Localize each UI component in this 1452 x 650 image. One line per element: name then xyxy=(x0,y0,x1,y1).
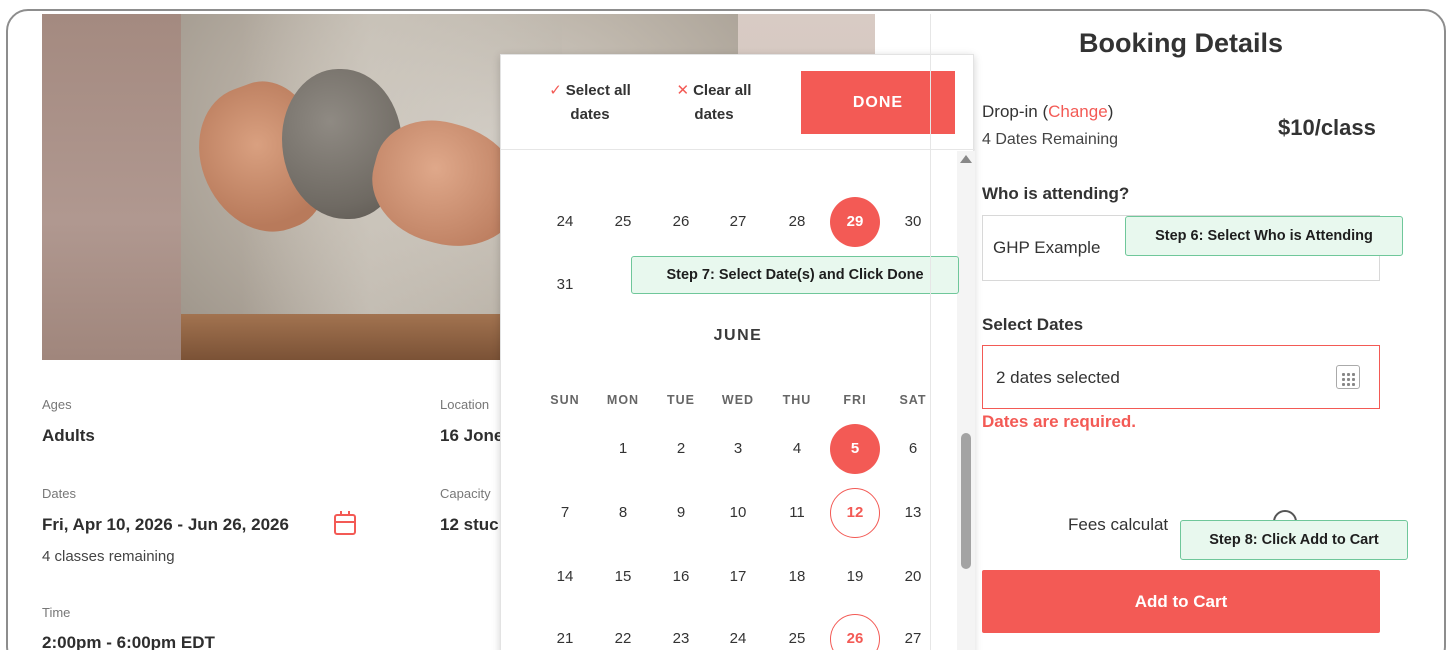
calendar-day[interactable]: 12 xyxy=(830,488,880,538)
check-icon: ✓ xyxy=(549,82,562,99)
calendar-day[interactable]: 14 xyxy=(540,552,590,602)
step7-callout: Step 7: Select Date(s) and Click Done xyxy=(631,256,959,294)
weekday-label: WED xyxy=(721,393,755,407)
done-button[interactable]: DONE xyxy=(801,71,955,134)
calendar-icon[interactable] xyxy=(334,511,356,535)
capacity-label: Capacity xyxy=(440,486,491,501)
change-plan-link[interactable]: Change xyxy=(1048,102,1108,121)
weekday-label: MON xyxy=(606,393,640,407)
calendar-day[interactable]: 17 xyxy=(713,552,763,602)
scroll-up-arrow-icon[interactable] xyxy=(960,155,972,163)
calendar-day[interactable]: 15 xyxy=(598,552,648,602)
month-title-june: JUNE xyxy=(713,327,763,344)
select-all-dates-button[interactable]: ✓ Select all dates xyxy=(535,79,645,127)
weekday-label: TUE xyxy=(667,393,695,407)
weekday-label: THU xyxy=(782,393,812,407)
dates-label: Dates xyxy=(42,486,76,501)
calendar-day[interactable]: 7 xyxy=(540,488,590,538)
fees-text: Fees calculat xyxy=(1068,515,1169,534)
location-value: 16 Jone xyxy=(440,426,504,445)
calendar-day[interactable]: 8 xyxy=(598,488,648,538)
calendar-day[interactable]: 28 xyxy=(772,197,822,247)
date-picker-dropdown: ✓ Select all dates ✕ Clear all dates DONE … xyxy=(500,54,975,650)
weekday-label: SUN xyxy=(550,393,580,407)
price: $10/class xyxy=(1278,115,1376,140)
calendar-day[interactable]: 27 xyxy=(713,197,763,247)
calendar-grid-icon[interactable] xyxy=(1336,365,1360,389)
calendar-day[interactable]: 11 xyxy=(772,488,822,538)
weekday-label: FRI xyxy=(843,393,867,407)
add-to-cart-button[interactable]: Add to Cart xyxy=(982,570,1380,633)
calendar-day[interactable]: 4 xyxy=(772,424,822,474)
plan-label: Drop-in (Change) xyxy=(982,102,1114,121)
dates-remaining: 4 Dates Remaining xyxy=(982,131,1119,148)
calendar-day[interactable]: 29 xyxy=(830,197,880,247)
clear-all-dates-button[interactable]: ✕ Clear all dates xyxy=(659,79,769,127)
booking-details-title: Booking Details xyxy=(1078,28,1284,58)
calendar-day[interactable]: 25 xyxy=(598,197,648,247)
dates-field[interactable]: 2 dates selected xyxy=(982,345,1380,409)
time-label: Time xyxy=(42,605,71,620)
step6-callout: Step 6: Select Who is Attending xyxy=(1125,216,1403,256)
close-icon: ✕ xyxy=(676,82,690,99)
select-dates-label: Select Dates xyxy=(982,315,1084,334)
calendar-day[interactable]: 22 xyxy=(598,614,648,650)
ages-value: Adults xyxy=(42,426,95,445)
dates-error-message: Dates are required. xyxy=(982,412,1137,431)
scroll-thumb[interactable] xyxy=(961,433,971,569)
ages-label: Ages xyxy=(42,397,72,412)
capacity-value: 12 stuc xyxy=(440,515,499,534)
dates-field-value: 2 dates selected xyxy=(996,368,1120,387)
calendar-day[interactable]: 23 xyxy=(656,614,706,650)
calendar-day[interactable]: 5 xyxy=(830,424,880,474)
calendar-scrollbar[interactable] xyxy=(957,151,975,650)
step8-callout: Step 8: Click Add to Cart xyxy=(1180,520,1408,560)
calendar-day[interactable]: 9 xyxy=(656,488,706,538)
calendar-day[interactable]: 1 xyxy=(598,424,648,474)
calendar-day[interactable]: 16 xyxy=(656,552,706,602)
dates-value: Fri, Apr 10, 2026 - Jun 26, 2026 xyxy=(42,515,289,534)
calendar-day[interactable]: 26 xyxy=(656,197,706,247)
browser-frame: Ages Adults Location 16 Jone Dates Fri, … xyxy=(6,9,1446,650)
time-value: 2:00pm - 6:00pm EDT xyxy=(42,633,215,650)
panel-divider xyxy=(930,14,931,650)
calendar-day[interactable]: 10 xyxy=(713,488,763,538)
location-label: Location xyxy=(440,397,490,412)
calendar-day[interactable]: 3 xyxy=(713,424,763,474)
calendar-day[interactable]: 19 xyxy=(830,552,880,602)
calendar-day[interactable]: 26 xyxy=(830,614,880,650)
calendar-day[interactable]: 21 xyxy=(540,614,590,650)
attendee-value: GHP Example xyxy=(993,238,1101,257)
calendar-day[interactable]: 24 xyxy=(713,614,763,650)
calendar-day[interactable]: 25 xyxy=(772,614,822,650)
classes-remaining: 4 classes remaining xyxy=(42,548,175,565)
calendar-day[interactable]: 24 xyxy=(540,197,590,247)
calendar-day[interactable]: 18 xyxy=(772,552,822,602)
who-attending-label: Who is attending? xyxy=(982,184,1130,203)
date-picker-header: ✓ Select all dates ✕ Clear all dates DONE xyxy=(501,55,975,150)
calendar-day[interactable]: 2 xyxy=(656,424,706,474)
calendar-day[interactable]: 31 xyxy=(540,260,590,310)
